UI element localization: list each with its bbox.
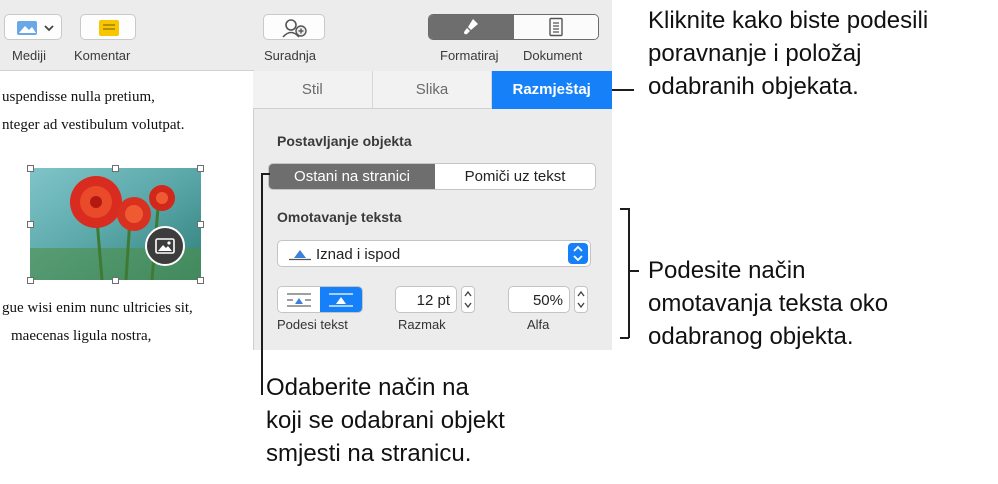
resize-handle[interactable]: [112, 165, 119, 172]
callout-line: odabranih objekata.: [648, 73, 859, 100]
callout-bottom-leader-tick: [261, 173, 270, 175]
media-label: Mediji: [12, 48, 46, 63]
callout-middle-leader: [629, 270, 639, 272]
stepper-icon: [577, 290, 585, 309]
spacing-value: 12 pt: [416, 292, 450, 309]
selected-image[interactable]: [30, 168, 201, 281]
callout-line: Odaberite način na: [266, 374, 469, 401]
tab-image[interactable]: Slika: [372, 71, 493, 109]
alpha-field[interactable]: 50%: [508, 286, 570, 313]
resize-handle[interactable]: [27, 221, 34, 228]
spacing-stepper[interactable]: [461, 286, 475, 313]
callout-line: Podesite način: [648, 257, 806, 284]
wrap-above-below-icon: [289, 250, 311, 261]
resize-handle[interactable]: [112, 277, 119, 284]
spacing-label: Razmak: [398, 317, 446, 332]
body-text-line: uspendisse nulla pretium,: [2, 89, 155, 105]
fit-text-label: Podesi tekst: [277, 317, 348, 332]
body-text-line: nteger ad vestibulum volutpat.: [2, 117, 185, 133]
media-button[interactable]: [4, 14, 62, 40]
paintbrush-icon: [464, 19, 479, 35]
body-text-line: maecenas ligula nostra,: [11, 328, 152, 344]
callout-middle-bracket-top: [620, 208, 629, 210]
resize-handle[interactable]: [197, 165, 204, 172]
document-label: Dokument: [523, 48, 583, 63]
format-label: Formatiraj: [440, 48, 499, 63]
resize-handle[interactable]: [197, 277, 204, 284]
callout-bottom: Odaberite način na koji se odabrani obje…: [266, 371, 505, 470]
collaborate-icon: [282, 19, 307, 38]
alpha-stepper[interactable]: [574, 286, 588, 313]
callout-middle-bracket-bottom: [620, 337, 629, 339]
format-document-toggle: [428, 14, 599, 40]
object-placement-title: Postavljanje objekta: [277, 133, 412, 149]
comment-button[interactable]: [80, 14, 136, 40]
callout-middle-bracket: [628, 208, 630, 338]
select-stepper: [568, 243, 588, 264]
photo-icon: [17, 21, 54, 35]
text-fit-icon: [329, 292, 353, 307]
resize-handle[interactable]: [197, 221, 204, 228]
callout-line: Kliknite kako biste podesili: [648, 7, 929, 34]
inspector-tabs: Stil Slika Razmještaj: [253, 71, 613, 109]
text-wrap-value: Iznad i ispod: [316, 246, 401, 263]
callout-top: Kliknite kako biste podesili poravnanje …: [648, 4, 928, 103]
text-fit-icon: [287, 292, 311, 307]
text-wrap-title: Omotavanje teksta: [277, 209, 402, 225]
callout-line: omotavanja teksta oko: [648, 290, 889, 317]
document-button[interactable]: [513, 15, 598, 39]
callout-line: odabranog objekta.: [648, 323, 854, 350]
format-button[interactable]: [429, 15, 514, 39]
comment-icon: [99, 20, 119, 36]
image-icon: [155, 238, 175, 254]
flower-photo: [30, 168, 201, 281]
tab-style[interactable]: Stil: [253, 71, 373, 109]
callout-line: koji se odabrani objekt: [266, 407, 505, 434]
document-icon: [549, 17, 563, 37]
fit-text-right-option[interactable]: [320, 287, 362, 312]
alpha-value: 50%: [532, 292, 563, 309]
text-fit-control: [277, 286, 363, 313]
callout-line: smjesti na stranicu.: [266, 440, 472, 467]
resize-handle[interactable]: [27, 277, 34, 284]
callout-top-leader: [612, 89, 634, 91]
stay-on-page-option[interactable]: Ostani na stranici: [269, 164, 435, 189]
spacing-field[interactable]: 12 pt: [395, 286, 457, 313]
callout-line: poravnanje i položaj: [648, 40, 862, 67]
comment-label: Komentar: [74, 48, 131, 63]
chevron-up-down-icon: [573, 245, 583, 262]
callout-bottom-leader: [261, 173, 263, 395]
resize-handle[interactable]: [27, 165, 34, 172]
move-with-text-option[interactable]: Pomiči uz tekst: [435, 164, 595, 189]
body-text-line: gue wisi enim nunc ultricies sit,: [2, 300, 193, 316]
alpha-label: Alfa: [527, 317, 550, 332]
media-replace-button[interactable]: [145, 226, 185, 266]
fit-text-left-option[interactable]: [278, 287, 320, 312]
text-wrap-select[interactable]: Iznad i ispod: [277, 240, 591, 267]
collaborate-label: Suradnja: [264, 48, 317, 63]
callout-middle: Podesite način omotavanja teksta oko oda…: [648, 254, 888, 353]
object-placement-control: Ostani na stranici Pomiči uz tekst: [268, 163, 596, 190]
stepper-icon: [464, 290, 472, 309]
collaborate-button[interactable]: [263, 14, 325, 40]
tab-arrange[interactable]: Razmještaj: [492, 71, 613, 109]
